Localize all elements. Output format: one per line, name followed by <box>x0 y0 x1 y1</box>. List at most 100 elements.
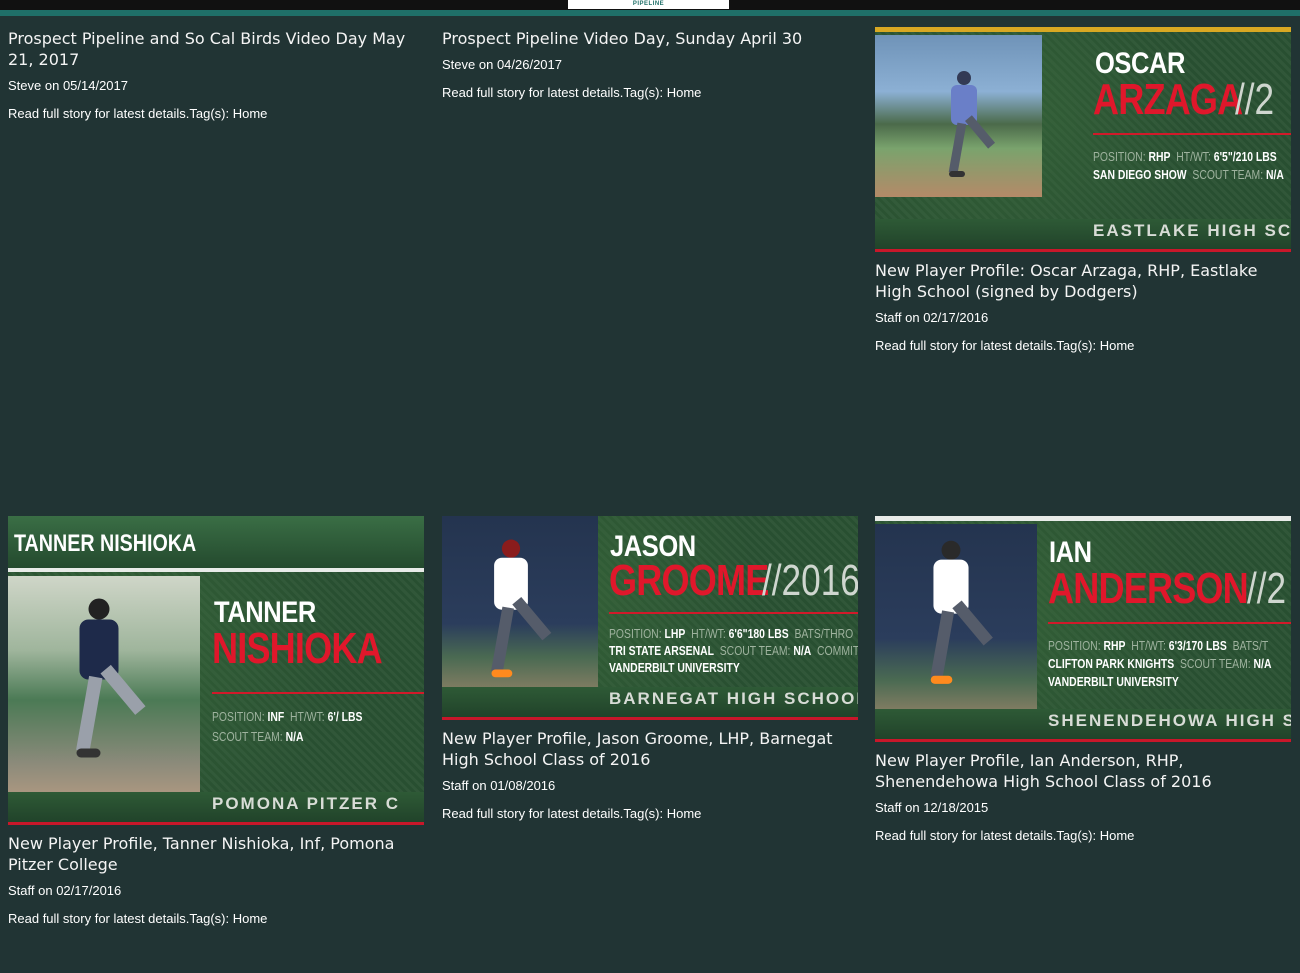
post-author: Steve <box>8 78 42 93</box>
card-divider <box>1093 133 1291 135</box>
school-band: SHENENDEHOWA HIGH S <box>875 709 1291 742</box>
card-info-line: POSITION: LHP HT/WT: 6'6"180 LBS BATS/TH… <box>609 626 854 641</box>
post-summary: Read full story for latest details.Tag(s… <box>8 910 424 928</box>
player-figure <box>68 598 146 764</box>
tag-label: Tag(s): <box>189 911 230 926</box>
card-info-line: POSITION: RHP HT/WT: 6'5"/210 LBS <box>1093 149 1277 164</box>
meta-joiner: on <box>475 57 497 72</box>
school-band: EASTLAKE HIGH SCI <box>875 219 1291 252</box>
tag-home-link[interactable]: Home <box>233 106 268 121</box>
player-last-name: NISHIOKA <box>212 624 383 673</box>
post-meta: Staff on 02/17/2016 <box>8 882 424 900</box>
tag-home-link[interactable]: Home <box>1100 338 1135 353</box>
summary-text: Read full story for latest details. <box>442 806 624 821</box>
card-divider <box>212 692 424 694</box>
tag-label: Tag(s): <box>623 85 664 100</box>
player-school: POMONA PITZER C <box>212 794 401 813</box>
post-title-link[interactable]: Prospect Pipeline and So Cal Birds Video… <box>8 28 424 70</box>
player-last-name: GROOME <box>609 556 769 605</box>
post-title-link[interactable]: New Player Profile, Tanner Nishioka, Inf… <box>8 833 424 875</box>
card-divider <box>609 612 858 614</box>
card-banner: TANNER NISHIOKA <box>8 516 424 572</box>
post-title-link[interactable]: Prospect Pipeline Video Day, Sunday Apri… <box>442 28 858 49</box>
tag-label: Tag(s): <box>1056 338 1097 353</box>
player-profile-image[interactable]: IAN ANDERSON //2 POSITION: RHP HT/WT: 6'… <box>875 516 1291 742</box>
post-card: Prospect Pipeline Video Day, Sunday Apri… <box>442 28 858 102</box>
meta-joiner: on <box>34 883 57 898</box>
tag-label: Tag(s): <box>1056 828 1097 843</box>
post-summary: Read full story for latest details.Tag(s… <box>875 337 1291 355</box>
player-figure <box>923 540 993 690</box>
school-band: BARNEGAT HIGH SCHOOL <box>442 687 858 720</box>
player-figure <box>484 539 552 683</box>
post-summary: Read full story for latest details.Tag(s… <box>442 84 858 102</box>
card-info-line: POSITION: INF HT/WT: 6'/ LBS <box>212 709 363 724</box>
card-info-line: TRI STATE ARSENAL SCOUT TEAM: N/A COMMIT… <box>609 643 858 658</box>
post-title-link[interactable]: New Player Profile, Ian Anderson, RHP, S… <box>875 750 1291 792</box>
tag-label: Tag(s): <box>623 806 664 821</box>
top-bar-accent <box>0 10 1300 16</box>
player-photo <box>875 35 1042 197</box>
tag-home-link[interactable]: Home <box>667 806 702 821</box>
player-year: //2016 <box>762 556 858 605</box>
player-year: //2 <box>1235 75 1275 124</box>
post-card: JASON GROOME //2016 POSITION: LHP HT/WT:… <box>442 516 858 823</box>
post-card: Prospect Pipeline and So Cal Birds Video… <box>8 28 424 123</box>
post-summary: Read full story for latest details.Tag(s… <box>442 805 858 823</box>
player-profile-image[interactable]: OSCAR ARZAGA //2 POSITION: RHP HT/WT: 6'… <box>875 27 1291 252</box>
player-last-name: ARZAGA <box>1093 75 1243 124</box>
tag-home-link[interactable]: Home <box>1100 828 1135 843</box>
summary-text: Read full story for latest details. <box>875 338 1057 353</box>
post-title-link[interactable]: New Player Profile: Oscar Arzaga, RHP, E… <box>875 260 1291 302</box>
meta-joiner: on <box>901 800 924 815</box>
post-author: Steve <box>442 57 476 72</box>
card-banner-text: TANNER NISHIOKA <box>14 530 197 557</box>
meta-joiner: on <box>41 78 63 93</box>
post-summary: Read full story for latest details.Tag(s… <box>875 827 1291 845</box>
post-date: 02/17/2016 <box>56 883 122 898</box>
card-info-line: SCOUT TEAM: N/A <box>212 729 304 744</box>
post-meta: Staff on 01/08/2016 <box>442 777 858 795</box>
post-author: Staff <box>875 310 902 325</box>
post-title-link[interactable]: New Player Profile, Jason Groome, LHP, B… <box>442 728 858 770</box>
post-summary: Read full story for latest details.Tag(s… <box>8 105 424 123</box>
player-school: EASTLAKE HIGH SCI <box>1093 221 1291 240</box>
card-info-line: VANDERBILT UNIVERSITY <box>609 660 740 675</box>
post-card: OSCAR ARZAGA //2 POSITION: RHP HT/WT: 6'… <box>875 27 1291 355</box>
summary-text: Read full story for latest details. <box>442 85 624 100</box>
tag-label: Tag(s): <box>189 106 230 121</box>
summary-text: Read full story for latest details. <box>8 911 190 926</box>
post-meta: Steve on 04/26/2017 <box>442 56 858 74</box>
post-meta: Steve on 05/14/2017 <box>8 77 424 95</box>
post-meta: Staff on 02/17/2016 <box>875 309 1291 327</box>
post-date: 04/26/2017 <box>496 57 563 72</box>
card-info-line: SAN DIEGO SHOW SCOUT TEAM: N/A <box>1093 167 1284 182</box>
post-author: Staff <box>875 800 902 815</box>
site-logo[interactable]: PIPELINE <box>568 0 729 9</box>
card-info-line: CLIFTON PARK KNIGHTS SCOUT TEAM: N/A <box>1048 656 1272 671</box>
tag-home-link[interactable]: Home <box>667 85 702 100</box>
post-date: 02/17/2016 <box>923 310 989 325</box>
post-meta: Staff on 12/18/2015 <box>875 799 1291 817</box>
card-info-line: POSITION: RHP HT/WT: 6'3/170 LBS BATS/T <box>1048 638 1269 653</box>
player-profile-image[interactable]: TANNER NISHIOKA TANNER NISHIOKA POSITION… <box>8 516 424 825</box>
player-year: //2 <box>1247 564 1287 613</box>
post-card: IAN ANDERSON //2 POSITION: RHP HT/WT: 6'… <box>875 516 1291 845</box>
player-figure <box>943 71 996 181</box>
meta-joiner: on <box>468 778 491 793</box>
player-school: BARNEGAT HIGH SCHOOL <box>609 689 858 708</box>
post-date: 01/08/2016 <box>490 778 556 793</box>
card-divider <box>1048 622 1291 624</box>
post-date: 12/18/2015 <box>923 800 989 815</box>
card-top-rule <box>875 27 1291 32</box>
post-card: TANNER NISHIOKA TANNER NISHIOKA POSITION… <box>8 516 424 928</box>
player-school: SHENENDEHOWA HIGH S <box>1048 711 1291 730</box>
tag-home-link[interactable]: Home <box>233 911 268 926</box>
player-profile-image[interactable]: JASON GROOME //2016 POSITION: LHP HT/WT:… <box>442 516 858 720</box>
summary-text: Read full story for latest details. <box>875 828 1057 843</box>
meta-joiner: on <box>901 310 924 325</box>
card-top-rule <box>875 516 1291 521</box>
player-photo <box>442 516 598 712</box>
card-info-line: VANDERBILT UNIVERSITY <box>1048 674 1179 689</box>
player-last-name: ANDERSON <box>1048 564 1249 613</box>
